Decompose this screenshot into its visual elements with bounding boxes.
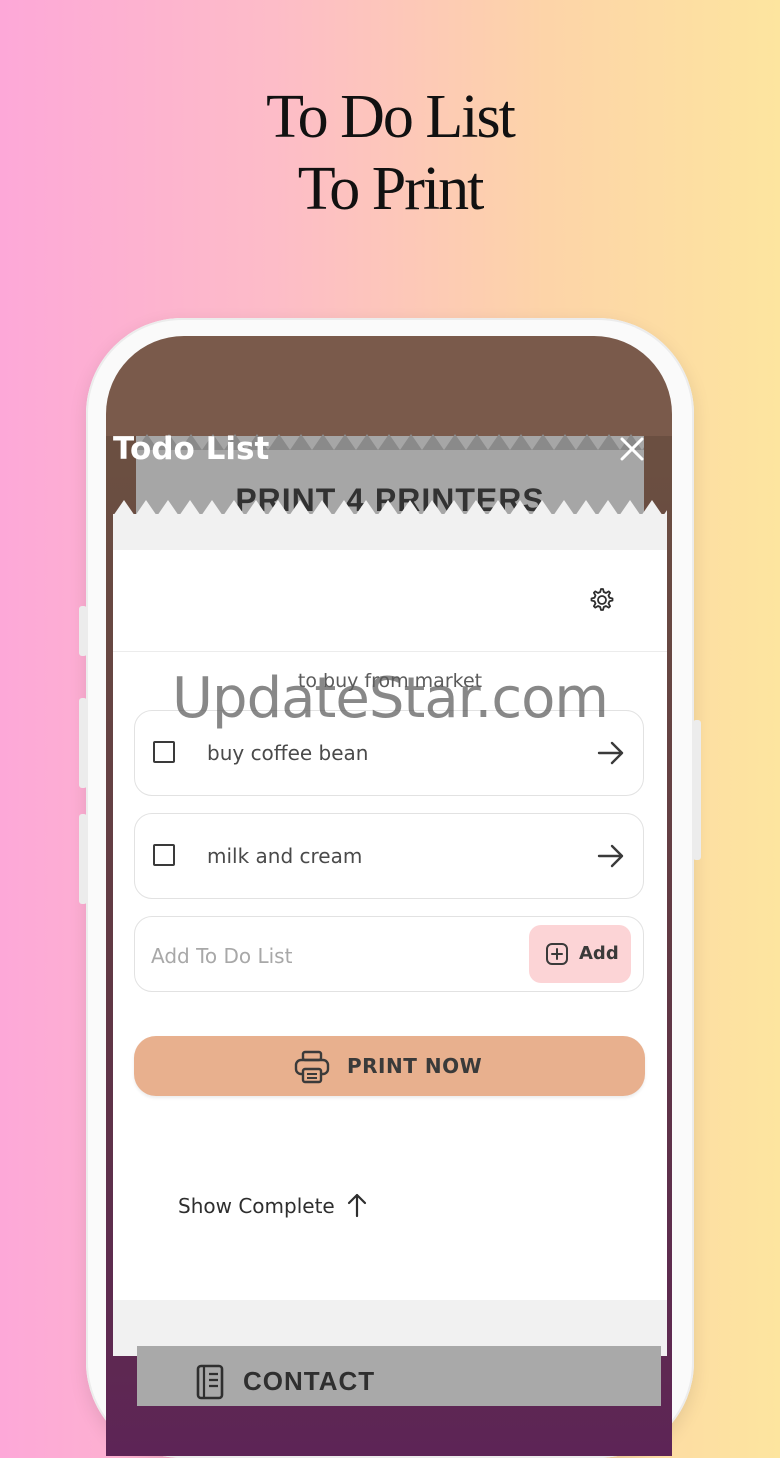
show-complete-toggle[interactable]: Show Complete <box>178 1193 367 1218</box>
item-label: buy coffee bean <box>207 741 369 765</box>
add-button[interactable]: Add <box>529 925 631 983</box>
arrow-right-icon[interactable] <box>597 844 625 868</box>
watermark: UpdateStar.com <box>172 666 609 731</box>
item-label: milk and cream <box>207 844 363 868</box>
headline-line-2: To Print <box>297 155 485 223</box>
background-contact-bar: CONTACT <box>137 1346 661 1406</box>
print-now-label: PRINT NOW <box>347 1054 483 1078</box>
header-divider <box>113 651 667 652</box>
item-checkbox[interactable] <box>153 741 175 763</box>
item-checkbox[interactable] <box>153 844 175 866</box>
todo-card: to buy from market buy coffee bean milk … <box>113 514 667 1356</box>
add-todo-input[interactable] <box>149 935 513 977</box>
card-header-band <box>113 514 667 550</box>
phone-side-button <box>79 606 87 656</box>
contact-label: CONTACT <box>243 1366 376 1396</box>
close-icon[interactable] <box>619 436 645 462</box>
book-icon <box>196 1364 224 1400</box>
phone-power-button <box>693 720 701 860</box>
print-now-button[interactable]: PRINT NOW <box>134 1036 645 1096</box>
arrow-up-icon <box>347 1193 367 1218</box>
add-todo-field: Add <box>134 916 644 992</box>
plus-icon <box>546 943 568 965</box>
gear-icon[interactable] <box>587 586 615 614</box>
printer-icon <box>294 1050 330 1084</box>
modal-title: Todo List <box>113 431 270 467</box>
arrow-right-icon[interactable] <box>597 741 625 765</box>
phone-volume-down-button <box>79 814 87 904</box>
show-complete-label: Show Complete <box>178 1194 335 1218</box>
headline-line-1: To Do List <box>266 83 516 151</box>
todo-item[interactable]: milk and cream <box>134 813 644 899</box>
add-button-label: Add <box>579 943 619 964</box>
